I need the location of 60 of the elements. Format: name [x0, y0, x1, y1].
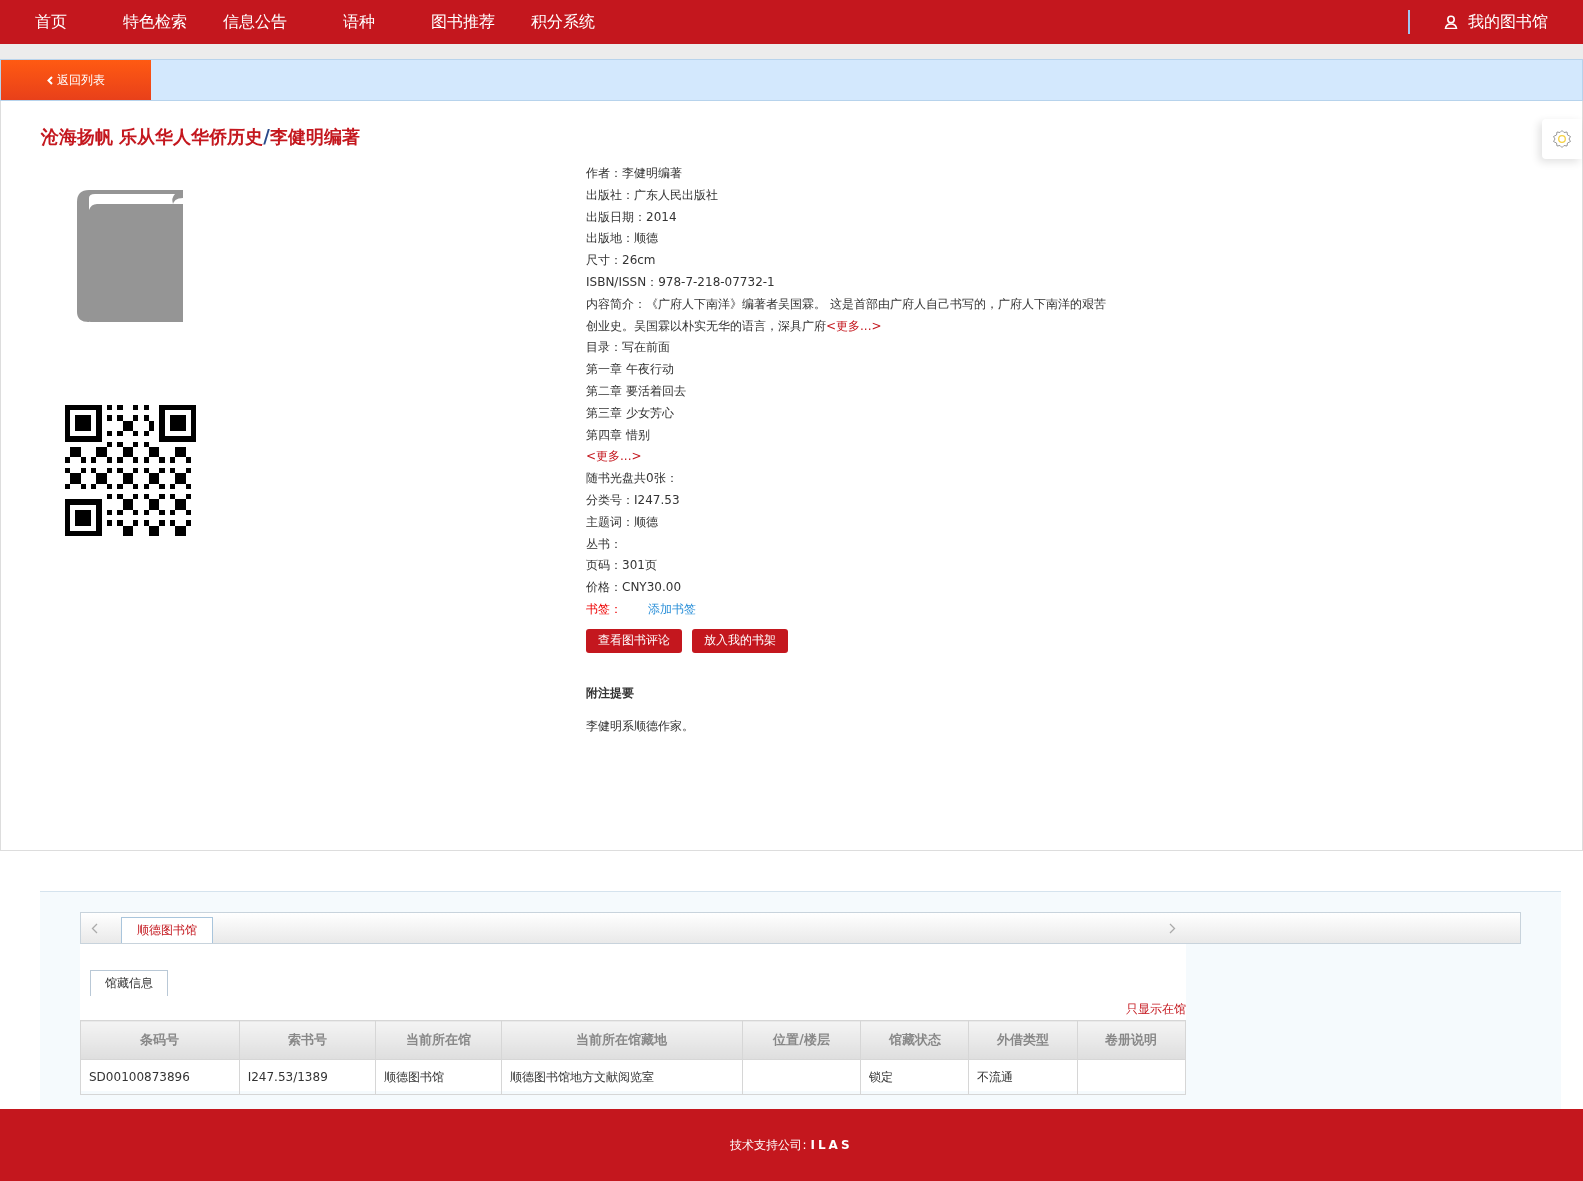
- footer-text: 技术支持公司: ILAS: [730, 1136, 853, 1154]
- detail-text: 丛书：: [586, 535, 623, 553]
- more-link[interactable]: <更多...>: [826, 318, 882, 333]
- table-cell: 不流通: [968, 1059, 1078, 1095]
- table-cell: 顺德图书馆地方文献阅览室: [501, 1059, 743, 1095]
- detail-text: 第一章 午夜行动: [586, 361, 675, 379]
- book-title: 沧海扬帆 乐从华人华侨历史/李健明编著: [41, 125, 360, 149]
- nav-link[interactable]: 图书推荐: [431, 11, 495, 33]
- table-cell: 顺德图书馆: [375, 1059, 502, 1095]
- table-cell: 锁定: [860, 1059, 969, 1095]
- nav-link[interactable]: 信息公告: [223, 11, 287, 33]
- nav-link[interactable]: 特色检索: [123, 11, 187, 33]
- detail-text: ISBN/ISSN：978-7-218-07732-1: [586, 274, 776, 291]
- my-library-link[interactable]: 我的图书馆: [1444, 11, 1548, 33]
- notes-text: 李健明系顺德作家。: [586, 717, 695, 735]
- column-header: 条码号: [80, 1020, 240, 1060]
- detail-text: 第二章 要活着回去: [586, 382, 687, 400]
- bookmark-label: 书签：: [586, 601, 622, 616]
- column-header: 外借类型: [968, 1020, 1078, 1060]
- detail-text: 主题词：顺德: [586, 513, 659, 531]
- detail-text: 出版地：顺德: [586, 230, 659, 248]
- nav-link[interactable]: 语种: [343, 11, 375, 33]
- chevron-left-icon: [47, 75, 53, 85]
- library-tab[interactable]: 顺德图书馆: [121, 917, 213, 943]
- filter-link[interactable]: 只显示在馆: [1126, 1001, 1186, 1018]
- column-header: 卷册说明: [1077, 1020, 1186, 1060]
- action-button[interactable]: 放入我的书架: [692, 628, 788, 653]
- column-header: 索书号: [239, 1020, 376, 1060]
- detail-text: 第四章 惜别: [586, 426, 651, 444]
- table-cell: I247.53/1389: [239, 1059, 376, 1095]
- summary-text: 内容简介：《广府人下南洋》编著者吴国霖。 这是首部由广府人自己书写的，广府人下南洋的艰苦创业史。吴国霖以朴实无华的语言，深具广府<更多...>: [586, 295, 1106, 335]
- detail-text: 目录：写在前面: [586, 339, 671, 357]
- table-cell: SD00100873896: [80, 1059, 240, 1095]
- settings-button[interactable]: [1542, 119, 1582, 159]
- detail-text: 价格：CNY30.00: [586, 579, 683, 597]
- detail-text: 出版社：广东人民出版社: [586, 186, 719, 204]
- detail-text: 作者：李健明编著: [586, 165, 683, 182]
- detail-text: 随书光盘共0张：: [586, 470, 679, 488]
- user-icon: [1444, 15, 1458, 29]
- column-header: 当前所在馆: [375, 1020, 502, 1060]
- holdings-info-tab[interactable]: 馆藏信息: [90, 970, 168, 996]
- column-header: 位置/楼层: [742, 1020, 861, 1060]
- column-header: 馆藏状态: [860, 1020, 969, 1060]
- detail-text: 尺寸：26cm: [586, 252, 657, 270]
- nav-link[interactable]: 积分系统: [531, 11, 595, 33]
- action-button[interactable]: 查看图书评论: [586, 628, 682, 653]
- chevron-right-icon[interactable]: [1169, 923, 1176, 934]
- nav-link[interactable]: 首页: [35, 11, 67, 33]
- chevron-left-icon[interactable]: [91, 923, 98, 934]
- notes-heading: 附注提要: [586, 684, 635, 702]
- column-header: 当前所在馆藏地: [501, 1020, 743, 1060]
- add-bookmark-link[interactable]: 添加书签: [647, 601, 696, 616]
- back-to-list-button[interactable]: 返回列表: [1, 60, 151, 100]
- detail-text: 第三章 少女芳心: [586, 404, 675, 422]
- detail-text: 出版日期：2014: [586, 208, 678, 226]
- more-link[interactable]: <更多...>: [586, 449, 642, 464]
- detail-text: 页码：301页: [586, 557, 658, 575]
- settings-icon: [1552, 129, 1572, 149]
- qr-code-icon: [65, 405, 196, 536]
- detail-text: 分类号：I247.53: [586, 491, 681, 509]
